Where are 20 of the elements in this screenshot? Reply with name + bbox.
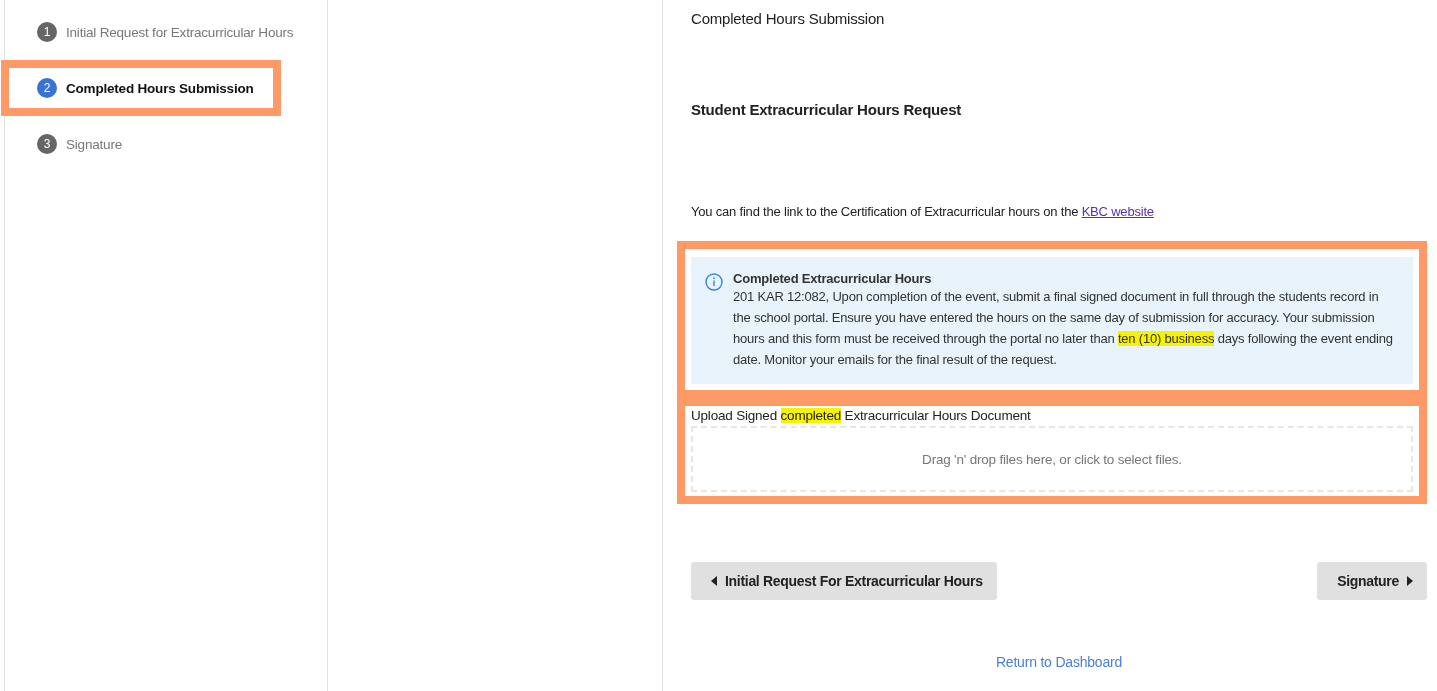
file-drop-zone[interactable]: Drag 'n' drop files here, or click to select files.: [691, 426, 1413, 492]
alert-title: Completed Extracurricular Hours: [733, 271, 933, 286]
step-link[interactable]: Initial Request for Extracurricular Hours: [66, 24, 294, 40]
caret-icon: [711, 576, 717, 586]
upload-label: Upload Signed completed Extracurricular Hours Document: [691, 408, 1032, 423]
return-link[interactable]: Return to Dashboard: [995, 654, 1123, 670]
info-icon: [705, 273, 723, 291]
step-link[interactable]: Completed Hours Submission: [66, 80, 254, 96]
step-number: 2: [37, 78, 57, 98]
website-link[interactable]: KBC website: [1081, 204, 1154, 219]
step-number: 3: [37, 134, 57, 154]
step-number: 1: [37, 22, 57, 42]
caret-icon: [1407, 576, 1413, 586]
next-step-button[interactable]: Signature: [1317, 562, 1427, 600]
step-link[interactable]: Signature: [66, 136, 122, 152]
previous-step-button[interactable]: Initial Request For Extracurricular Hours: [691, 562, 997, 600]
page-heading: Completed Hours Submission: [691, 10, 886, 27]
alert-body: 201 KAR 12:082, Upon completion of the event, submit a final signed document in full through the students record in the school portal. Ensure you have entered the hours on the same day of submission for accuracy. Your submission hours and this form must be received through the portal no later than ten (10) business days following the event ending date. Monitor your emails for the final result of the request.: [733, 288, 1394, 369]
form-title: Student Extracurricular Hours Request: [691, 101, 963, 118]
intro-text: You can find the link to the Certification of Extracurricular hours on the KBC website: [691, 204, 1155, 219]
